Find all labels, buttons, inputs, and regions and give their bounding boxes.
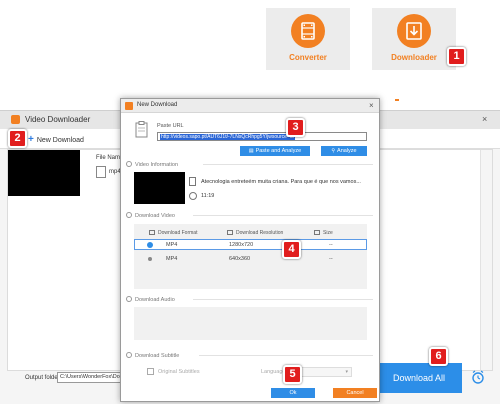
- size-icon: [314, 230, 320, 235]
- chevron-down-icon: ▾: [345, 369, 348, 375]
- row-size: --: [329, 256, 333, 262]
- audio-format-list: [134, 307, 367, 340]
- callout-1: 1: [447, 47, 466, 66]
- file-format: mp4: [109, 169, 121, 175]
- callout-5: 5: [283, 365, 302, 384]
- close-icon[interactable]: ×: [482, 114, 487, 124]
- original-subtitles-label: Original Subtitles: [158, 369, 200, 375]
- new-download-button[interactable]: + New Download: [28, 134, 84, 145]
- divider: [193, 215, 373, 216]
- ok-button[interactable]: Ok: [271, 388, 315, 398]
- paste-and-analyze-label: Paste and Analyze: [255, 148, 302, 154]
- output-folder-field[interactable]: C:\Users\WonderFox\Documents: [57, 372, 123, 383]
- orange-dash: [395, 99, 399, 101]
- divider: [199, 355, 373, 356]
- video-duration: 11:19: [201, 193, 215, 199]
- plus-icon: +: [28, 134, 34, 145]
- callout-2: 2: [8, 129, 27, 148]
- subtitle-icon: [126, 352, 132, 358]
- converter-tile[interactable]: Converter: [266, 8, 350, 70]
- callout-4: 4: [282, 240, 301, 259]
- app-logo-icon: [125, 102, 133, 110]
- analyze-button[interactable]: ⚲ Analyze: [321, 146, 367, 156]
- new-download-label: New Download: [36, 137, 84, 144]
- analyze-label: Analyze: [337, 148, 357, 154]
- column-header-size: Size: [314, 230, 333, 236]
- new-download-dialog: New Download × Paste URL http://videos.s…: [120, 98, 380, 402]
- file-icon: [96, 166, 106, 178]
- download-subtitle-label: Download Subtitle: [135, 353, 180, 359]
- paste-icon: ▤: [248, 148, 254, 154]
- divider: [193, 299, 373, 300]
- format-icon: [149, 230, 155, 235]
- audio-icon: [126, 296, 132, 302]
- row-format: MP4: [166, 256, 178, 262]
- output-folder-label: Output folder:: [25, 375, 62, 381]
- video-thumbnail: [8, 150, 80, 196]
- video-information-heading: Video Information: [126, 161, 178, 168]
- converter-label: Converter: [289, 53, 327, 62]
- column-header-format: Download Format: [149, 230, 197, 236]
- film-icon: [291, 14, 325, 48]
- callout-3: 3: [286, 118, 305, 137]
- clock-icon: [189, 192, 197, 200]
- download-audio-label: Download Audio: [135, 297, 175, 303]
- download-arrow-icon: [397, 14, 431, 48]
- cancel-button[interactable]: Cancel: [333, 388, 377, 398]
- video-preview: [134, 172, 185, 204]
- paste-url-label: Paste URL: [157, 123, 184, 129]
- video-information-label: Video Information: [135, 162, 179, 168]
- document-icon: [189, 177, 196, 186]
- radio-selected[interactable]: [147, 242, 153, 248]
- search-icon: ⚲: [331, 148, 336, 154]
- column-header-resolution: Download Resolution: [227, 230, 283, 236]
- radio-unselected[interactable]: [148, 257, 152, 261]
- url-input[interactable]: http://videos.sapo.pt/AUT6J1t/-7LNsQcRhp…: [157, 132, 367, 141]
- row-resolution: 1280x720: [229, 242, 254, 248]
- row-size: --: [329, 242, 333, 248]
- download-video-label: Download Video: [135, 213, 175, 219]
- language-label: Language: [261, 369, 286, 375]
- new-download-titlebar: New Download ×: [121, 99, 379, 113]
- new-download-title: New Download: [137, 102, 178, 108]
- clipboard-icon: [134, 121, 150, 139]
- app-logo-icon: [11, 115, 20, 124]
- info-icon: [126, 161, 132, 167]
- close-icon[interactable]: ×: [369, 101, 374, 110]
- paste-and-analyze-button[interactable]: ▤ Paste and Analyze: [240, 146, 310, 156]
- video-description: Atecnologia entreteém muita criana. Para…: [201, 179, 361, 185]
- download-video-heading: Download Video: [126, 212, 175, 219]
- row-resolution: 640x360: [229, 256, 251, 262]
- download-all-button[interactable]: Download All: [376, 363, 462, 393]
- resolution-icon: [227, 230, 233, 235]
- callout-6: 6: [429, 347, 448, 366]
- list-scrollbar[interactable]: [480, 150, 492, 370]
- divider: [203, 164, 373, 165]
- download-audio-heading: Download Audio: [126, 296, 175, 303]
- row-format: MP4: [166, 242, 178, 248]
- downloader-label: Downloader: [391, 53, 437, 62]
- alarm-clock-icon[interactable]: [470, 369, 486, 385]
- video-downloader-title: Video Downloader: [25, 115, 91, 124]
- video-icon: [126, 212, 132, 218]
- url-value: http://videos.sapo.pt/AUT6J1t/-7LNsQcRhp…: [160, 134, 295, 140]
- download-subtitle-heading: Download Subtitle: [126, 352, 179, 359]
- original-subtitles-checkbox[interactable]: [147, 368, 154, 375]
- downloader-tile[interactable]: Downloader: [372, 8, 456, 70]
